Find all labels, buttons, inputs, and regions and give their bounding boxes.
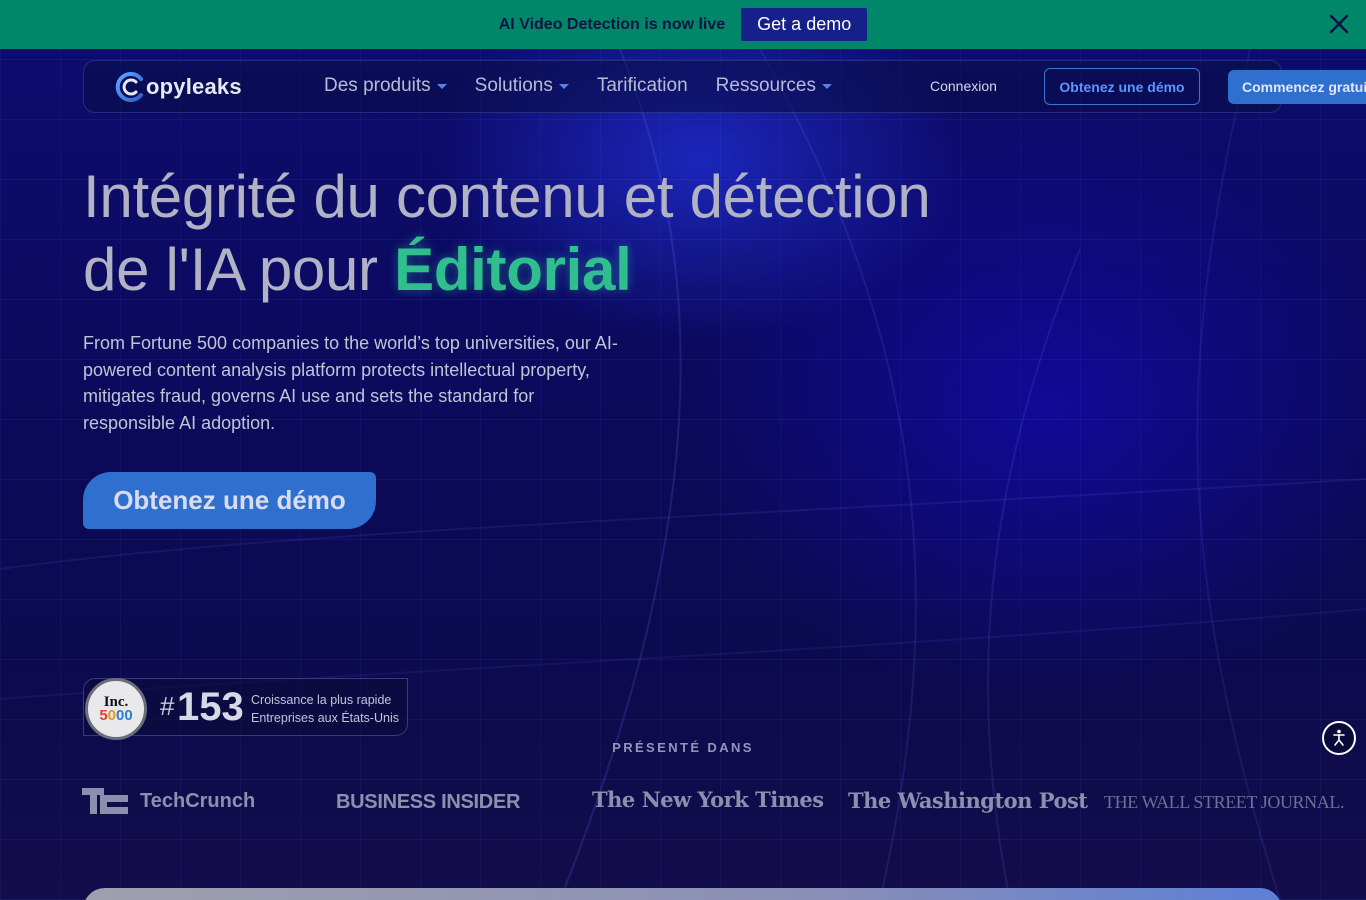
chevron-down-icon bbox=[558, 83, 569, 89]
press-logo-business-insider: BUSINESS INSIDER bbox=[336, 791, 521, 813]
chevron-down-icon bbox=[436, 83, 447, 89]
nav-links: Des produits Solutions Tarification Ress… bbox=[324, 75, 832, 97]
logo-text: opyleaks bbox=[146, 74, 242, 99]
inc-hash: # bbox=[160, 691, 175, 721]
techcrunch-icon bbox=[82, 788, 128, 814]
accessibility-icon[interactable] bbox=[1322, 721, 1356, 755]
hero-subtitle: From Fortune 500 companies to the world’… bbox=[83, 333, 618, 433]
inc-desc-line1: Croissance la plus rapide bbox=[251, 693, 392, 707]
close-icon[interactable] bbox=[1326, 11, 1352, 37]
announcement-banner: AI Video Detection is now live Get a dem… bbox=[0, 0, 1366, 49]
nav-products-label: Des produits bbox=[324, 75, 431, 96]
nav-solutions[interactable]: Solutions bbox=[475, 75, 569, 97]
product-preview-card bbox=[83, 888, 1282, 900]
nav-solutions-label: Solutions bbox=[474, 75, 553, 96]
nav-resources-label: Ressources bbox=[715, 75, 816, 96]
press-logo-washington-post: The Washington Post bbox=[848, 788, 1088, 813]
banner-demo-button[interactable]: Get a demo bbox=[741, 8, 868, 41]
press-techcrunch-text: TechCrunch bbox=[140, 789, 256, 812]
press-logos: TechCrunch BUSINESS INSIDER The New York… bbox=[82, 785, 1344, 819]
hero-demo-button[interactable]: Obtenez une démo bbox=[83, 472, 376, 529]
inc-desc-line2: Entreprises aux États-Unis bbox=[251, 711, 399, 725]
featured-in-label: PRÉSENTÉ DANS bbox=[612, 740, 754, 755]
press-logo-wsj: THE WALL STREET JOURNAL. bbox=[1104, 792, 1345, 812]
hero-title-accent: Éditorial bbox=[394, 236, 632, 303]
nav-pricing-label: Tarification bbox=[596, 75, 688, 96]
chevron-down-icon bbox=[822, 83, 832, 89]
nav-pricing[interactable]: Tarification bbox=[597, 75, 688, 97]
login-link[interactable]: Connexion bbox=[930, 78, 997, 94]
hero-title-line1: Intégrité du contenu et détection bbox=[83, 163, 931, 230]
inc-5000-seal: Inc. 5000 bbox=[85, 678, 147, 740]
main-navigation: opyleaks Des produits Solutions Tarifica… bbox=[83, 60, 1366, 113]
nav-resources[interactable]: Ressources bbox=[716, 75, 832, 97]
start-free-button[interactable]: Commencez gratuitement bbox=[1228, 70, 1366, 104]
hero-title: Intégrité du contenu et détection de l'I… bbox=[83, 160, 983, 306]
inc-description: Croissance la plus rapide Entreprises au… bbox=[251, 691, 399, 727]
banner-text: AI Video Detection is now live bbox=[498, 15, 726, 33]
press-logo-techcrunch: TechCrunch bbox=[82, 788, 255, 814]
nav-products[interactable]: Des produits bbox=[324, 75, 447, 97]
logo[interactable]: opyleaks bbox=[114, 71, 242, 103]
nav-demo-button[interactable]: Obtenez une démo bbox=[1044, 68, 1200, 105]
inc-seal-number: 5000 bbox=[99, 706, 133, 724]
inc-5000-badge: Inc. 5000 # 153 Croissance la plus rapid… bbox=[83, 678, 408, 740]
inc-rank: 153 bbox=[177, 685, 244, 729]
copyleaks-c-icon bbox=[115, 72, 143, 102]
hero-title-line2: de l'IA pour bbox=[83, 236, 395, 303]
press-logo-nyt: The New York Times bbox=[592, 787, 824, 812]
